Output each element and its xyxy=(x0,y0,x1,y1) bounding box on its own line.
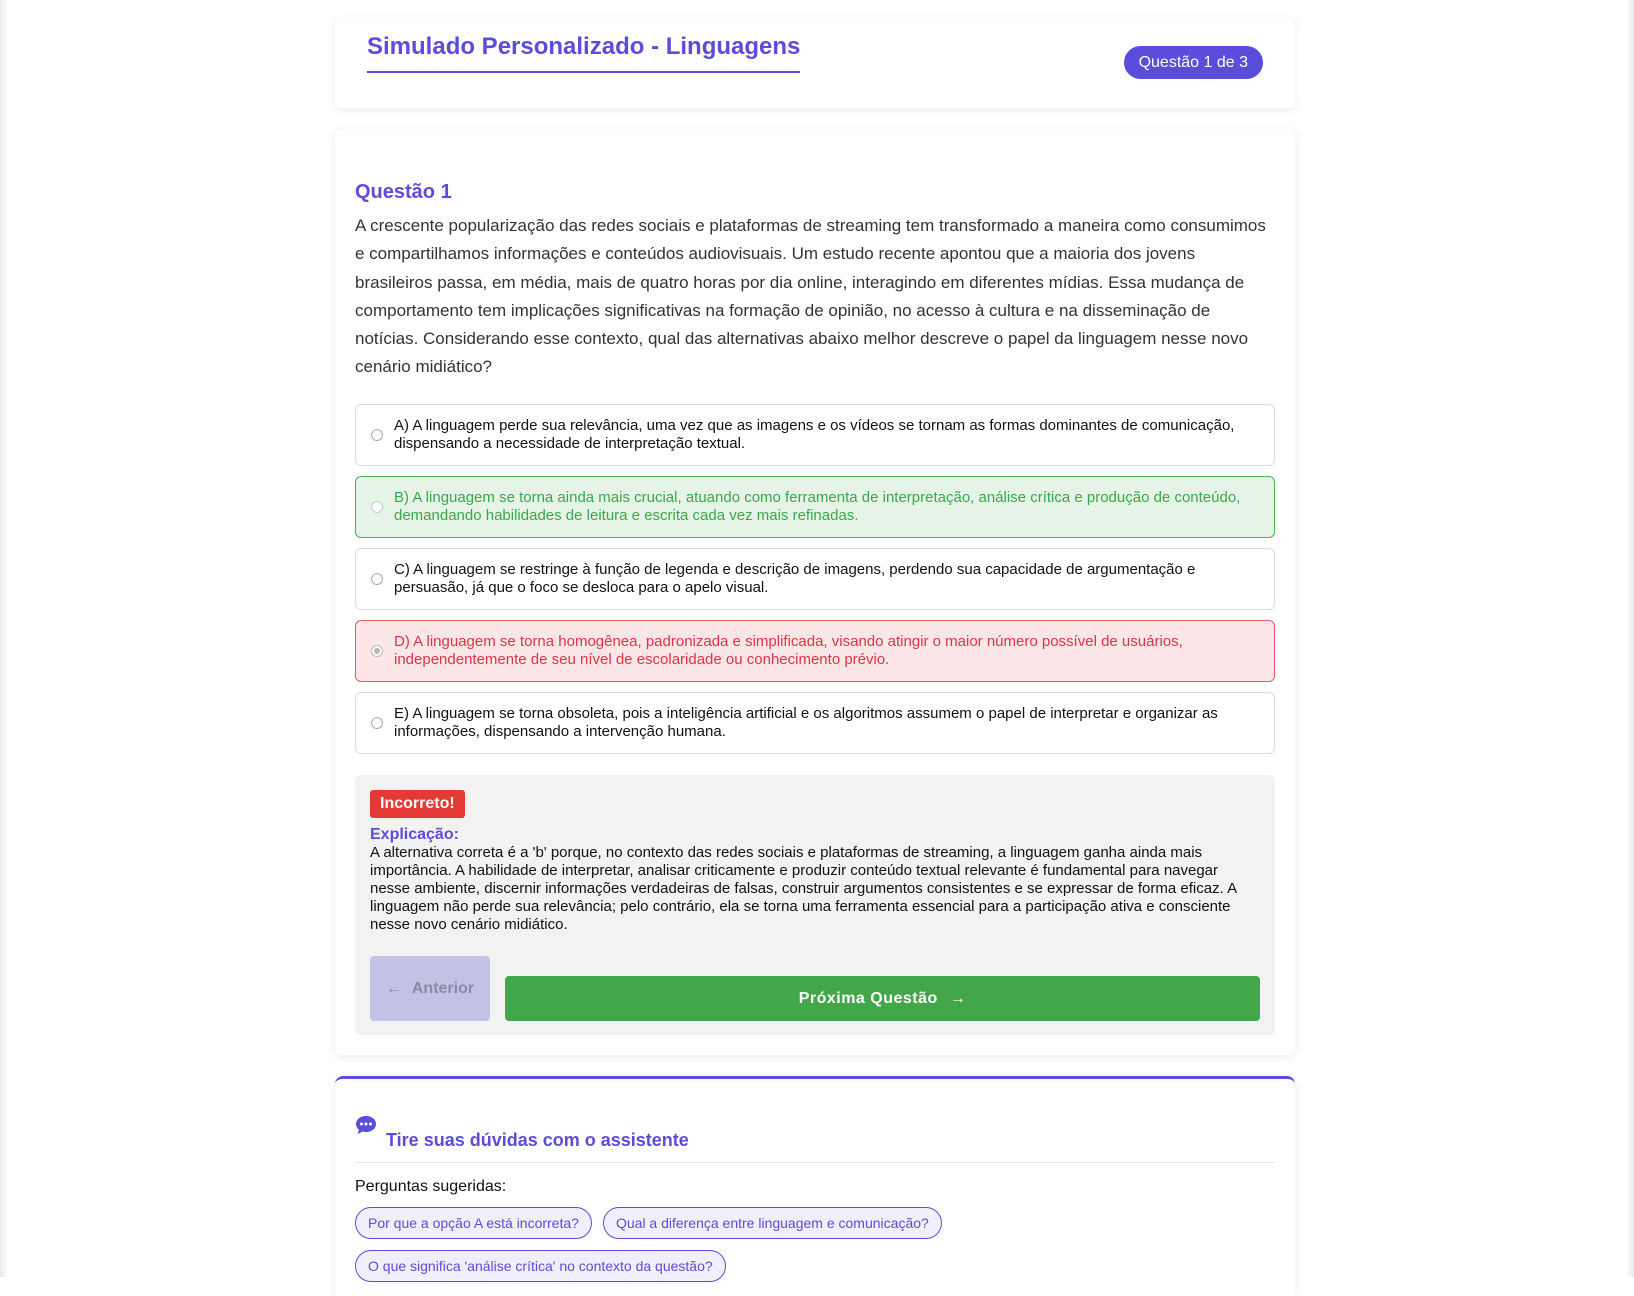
option-d-label: D) A linguagem se torna homogênea, padro… xyxy=(394,633,1183,668)
radio-option-e[interactable] xyxy=(371,717,383,729)
options-list: A) A linguagem perde sua relevância, uma… xyxy=(355,404,1275,764)
question-title: Questão 1 xyxy=(355,181,452,203)
explanation-label: Explicação: xyxy=(370,826,459,843)
result-badge: Incorreto! xyxy=(370,790,465,818)
radio-option-d[interactable] xyxy=(371,645,383,657)
option-e-label: E) A linguagem se torna obsoleta, pois a… xyxy=(394,705,1218,740)
previous-button[interactable]: ← Anterior xyxy=(370,956,490,1021)
page-edge-right xyxy=(1626,0,1634,1277)
question-text: A crescente popularização das redes soci… xyxy=(355,216,1266,377)
header-card: Simulado Personalizado - Linguagens Ques… xyxy=(335,17,1295,108)
suggested-questions-label: Perguntas sugeridas: xyxy=(355,1178,507,1195)
arrow-left-icon: ← xyxy=(385,979,402,997)
option-c[interactable]: C) A linguagem se restringe à função de … xyxy=(355,548,1275,610)
next-button-label: Próxima Questão xyxy=(798,989,938,1007)
suggestion-chip[interactable]: Por que a opção A está incorreta? xyxy=(355,1207,592,1239)
suggested-questions: Por que a opção A está incorreta? Qual a… xyxy=(355,1207,1275,1282)
arrow-right-icon: → xyxy=(949,989,967,1007)
next-question-button[interactable]: Próxima Questão → xyxy=(505,976,1260,1021)
suggestion-chip[interactable]: O que significa 'análise crítica' no con… xyxy=(355,1250,726,1282)
assistant-card: Tire suas dúvidas com o assistente Pergu… xyxy=(335,1076,1295,1296)
option-e[interactable]: E) A linguagem se torna obsoleta, pois a… xyxy=(355,692,1275,754)
radio-option-b[interactable] xyxy=(371,501,383,513)
chat-bubble-icon xyxy=(356,1116,376,1134)
previous-button-label: Anterior xyxy=(411,979,475,997)
option-b-label: B) A linguagem se torna ainda mais cruci… xyxy=(394,489,1241,524)
option-b[interactable]: B) A linguagem se torna ainda mais cruci… xyxy=(355,476,1275,538)
radio-option-c[interactable] xyxy=(371,573,383,585)
option-a[interactable]: A) A linguagem perde sua relevância, uma… xyxy=(355,404,1275,466)
page-edge-left xyxy=(0,0,8,1277)
option-c-label: C) A linguagem se restringe à função de … xyxy=(394,561,1196,596)
explanation-text: A alternativa correta é a 'b' porque, no… xyxy=(370,844,1237,933)
divider xyxy=(355,1162,1275,1163)
feedback-panel: Incorreto! Explicação: A alternativa cor… xyxy=(355,775,1275,1035)
radio-option-a[interactable] xyxy=(371,429,383,441)
app-title: Simulado Personalizado - Linguagens xyxy=(367,33,801,73)
question-counter-badge: Questão 1 de 3 xyxy=(1123,46,1263,79)
assistant-title: Tire suas dúvidas com o assistente xyxy=(386,1130,689,1150)
option-a-label: A) A linguagem perde sua relevância, uma… xyxy=(394,417,1235,452)
question-card: Questão 1 A crescente popularização das … xyxy=(335,129,1295,1055)
option-d[interactable]: D) A linguagem se torna homogênea, padro… xyxy=(355,620,1275,682)
suggestion-chip[interactable]: Qual a diferença entre linguagem e comun… xyxy=(602,1207,942,1239)
